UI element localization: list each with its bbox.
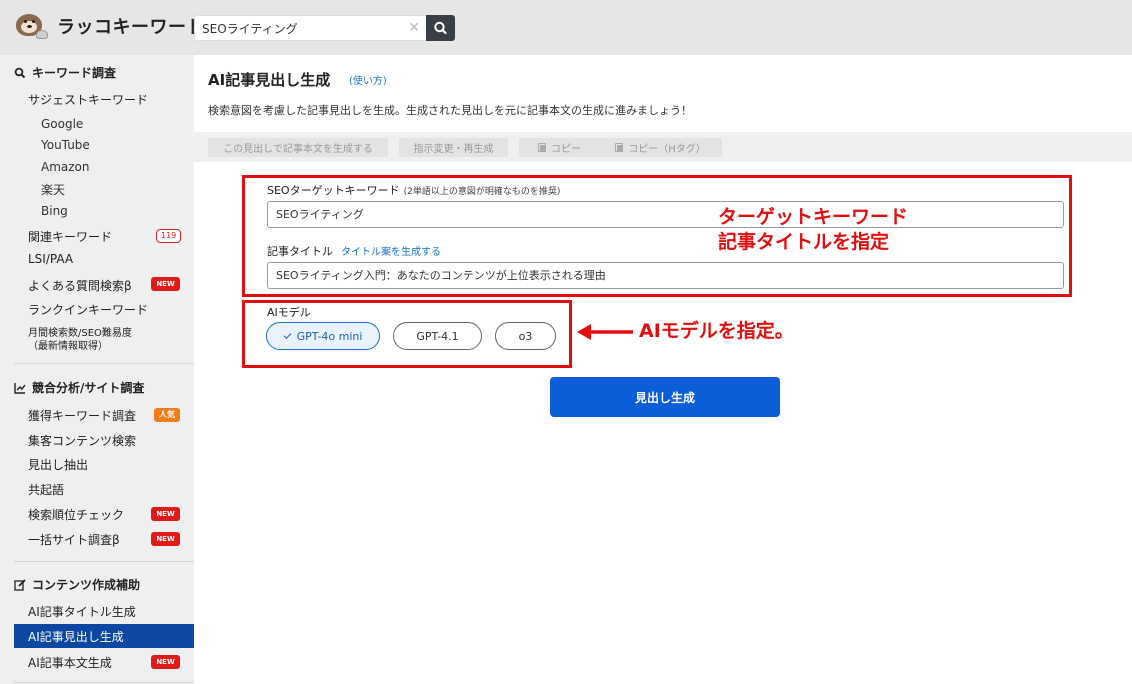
site-logo[interactable]: ラッコキーワード bbox=[14, 12, 205, 40]
sidebar-divider bbox=[14, 363, 194, 364]
search-input[interactable] bbox=[195, 16, 426, 40]
sidebar-item-ai-title[interactable]: AI記事タイトル生成 bbox=[28, 603, 136, 620]
related-count-badge: 119 bbox=[156, 229, 182, 243]
sidebar-item-rankin[interactable]: ランクインキーワード bbox=[28, 301, 148, 318]
copy-htag-button[interactable]: コピー（Hタグ） bbox=[599, 138, 722, 157]
sidebar-item-cooccur[interactable]: 共起語 bbox=[28, 481, 64, 498]
sidebar-item-rakuten[interactable]: 楽天 bbox=[41, 181, 65, 198]
generate-headings-button[interactable]: 見出し生成 bbox=[550, 377, 780, 417]
how-to-link[interactable]: (使い方) bbox=[349, 72, 387, 87]
edit-icon bbox=[14, 578, 26, 591]
sidebar-item-amazon[interactable]: Amazon bbox=[41, 160, 90, 174]
sidebar: キーワード調査 サジェストキーワード Google YouTube Amazon… bbox=[0, 55, 194, 684]
sidebar-item-bing[interactable]: Bing bbox=[41, 204, 68, 218]
copy-icon bbox=[615, 143, 624, 152]
sidebar-item-ai-body[interactable]: AI記事本文生成 bbox=[28, 654, 112, 671]
generate-body-button[interactable]: この見出しで記事本文を生成する bbox=[208, 138, 388, 157]
popular-badge: 人気 bbox=[154, 408, 180, 422]
sidebar-item-related[interactable]: 関連キーワード bbox=[28, 228, 112, 245]
logo-text: ラッコキーワード bbox=[57, 17, 205, 38]
sidebar-item-rank-check[interactable]: 検索順位チェック bbox=[28, 506, 124, 523]
sidebar-item-ai-heading[interactable]: AI記事見出し生成 bbox=[14, 624, 194, 648]
change-regenerate-button[interactable]: 指示変更・再生成 bbox=[399, 138, 508, 157]
arrow-left-icon bbox=[577, 324, 633, 340]
search-box: ✕ bbox=[194, 15, 426, 41]
result-toolbar: この見出しで記事本文を生成する 指示変更・再生成 コピー コピー（Hタグ） bbox=[194, 132, 1132, 162]
new-badge: NEW bbox=[151, 507, 180, 521]
copy-icon bbox=[538, 143, 546, 152]
sidebar-item-heading-extract[interactable]: 見出し抽出 bbox=[28, 456, 88, 473]
sidebar-item-youtube[interactable]: YouTube bbox=[41, 138, 90, 152]
sidebar-item-lsi[interactable]: LSI/PAA bbox=[28, 252, 73, 266]
page-title: AI記事見出し生成 bbox=[208, 71, 331, 89]
chart-icon bbox=[14, 382, 26, 394]
magnifier-icon bbox=[14, 67, 26, 78]
sidebar-item-acquired[interactable]: 獲得キーワード調査 bbox=[28, 407, 136, 424]
new-badge: NEW bbox=[151, 655, 180, 669]
otter-logo-icon bbox=[14, 12, 48, 40]
new-badge: NEW bbox=[151, 532, 180, 546]
sidebar-divider bbox=[14, 682, 194, 683]
annotation-box-model bbox=[242, 300, 572, 368]
annotation-model-text: AIモデルを指定。 bbox=[639, 320, 794, 342]
section-content-creation: コンテンツ作成補助 bbox=[14, 576, 140, 593]
sidebar-item-bulk-site[interactable]: 一括サイト調査β bbox=[28, 531, 120, 548]
new-badge: NEW bbox=[151, 277, 180, 291]
top-bar: ラッコキーワード ✕ bbox=[0, 0, 1132, 55]
annotation-box-keyword-title bbox=[242, 175, 1072, 297]
sidebar-item-volume[interactable]: 月間検索数/SEO難易度 （最新情報取得） bbox=[28, 327, 132, 353]
annotation-keyword-title-text: ターゲットキーワード 記事タイトルを指定 bbox=[718, 206, 909, 253]
section-keyword-research: キーワード調査 bbox=[14, 64, 116, 81]
main-panel: AI記事見出し生成 (使い方) 検索意図を考慮した記事見出しを生成。生成された見… bbox=[194, 55, 1132, 684]
sidebar-item-google[interactable]: Google bbox=[41, 117, 83, 131]
section-competitor-analysis: 競合分析/サイト調査 bbox=[14, 379, 144, 396]
clear-icon[interactable]: ✕ bbox=[408, 20, 420, 36]
search-icon bbox=[434, 21, 447, 35]
sidebar-divider bbox=[14, 561, 194, 562]
sidebar-item-suggest[interactable]: サジェストキーワード bbox=[28, 91, 148, 108]
sidebar-item-content-search[interactable]: 集客コンテンツ検索 bbox=[28, 432, 136, 449]
copy-button[interactable]: コピー bbox=[519, 138, 600, 157]
search-button[interactable] bbox=[426, 15, 455, 41]
page-description: 検索意図を考慮した記事見出しを生成。生成された見出しを元に記事本文の生成に進みま… bbox=[208, 104, 692, 117]
sidebar-item-faq[interactable]: よくある質問検索β bbox=[28, 277, 132, 294]
